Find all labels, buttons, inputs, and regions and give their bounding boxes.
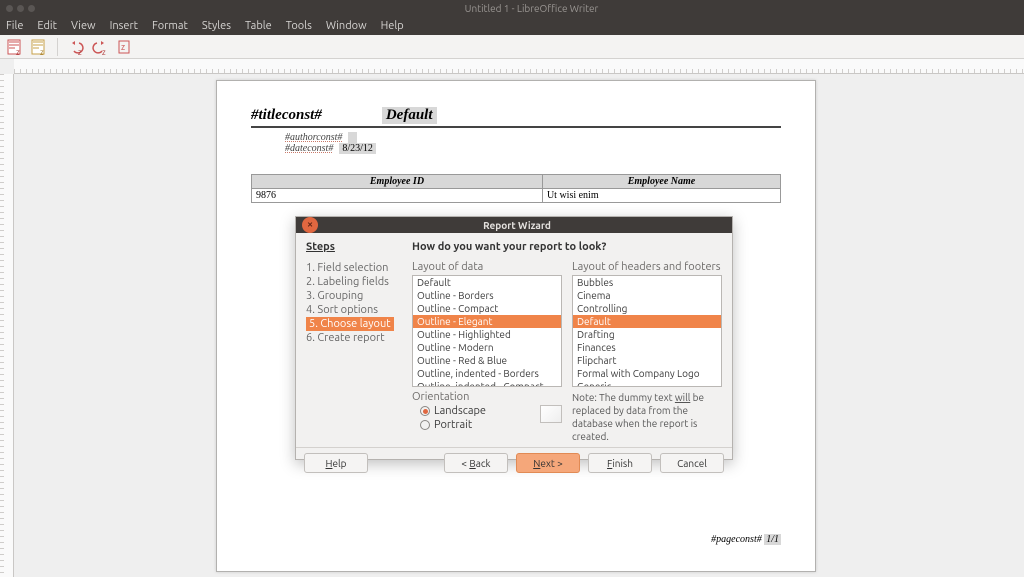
list-item[interactable]: Outline - Borders <box>413 289 561 302</box>
list-item[interactable]: Bubbles <box>573 276 721 289</box>
toolbar-icon-redo[interactable]: z <box>90 37 110 57</box>
date-value: 8/23/12 <box>339 143 376 154</box>
radio-portrait[interactable]: Portrait <box>420 419 534 431</box>
list-item[interactable]: Outline - Red & Blue <box>413 354 561 367</box>
list-item[interactable]: Outline - Elegant <box>413 315 561 328</box>
next-button[interactable]: Next > <box>516 453 580 473</box>
window-titlebar: Untitled 1 - LibreOffice Writer <box>0 0 1024 17</box>
date-placeholder: #dateconst# <box>285 143 333 154</box>
radio-dot-icon <box>420 406 430 416</box>
toolbar-icon-1[interactable]: z <box>5 37 25 57</box>
cancel-button[interactable]: Cancel <box>660 453 724 473</box>
list-item[interactable]: Finances <box>573 341 721 354</box>
wizard-heading: How do you want your report to look? <box>412 241 722 253</box>
svg-text:z: z <box>40 48 44 57</box>
wizard-footer: Help < Back Next > Finish Cancel <box>296 447 732 478</box>
back-button[interactable]: < Back <box>444 453 508 473</box>
window-title: Untitled 1 - LibreOffice Writer <box>45 3 1018 14</box>
list-item[interactable]: Generic <box>573 380 721 387</box>
author-value <box>348 132 357 143</box>
radio-dot-icon <box>420 420 430 430</box>
toolbar-separator <box>57 38 58 56</box>
orientation-preview-icon <box>540 405 562 423</box>
steps-heading: Steps <box>306 241 398 253</box>
layout-data-listbox[interactable]: DefaultOutline - BordersOutline - Compac… <box>412 275 562 387</box>
svg-text:z: z <box>121 42 125 52</box>
wizard-close-button[interactable] <box>302 217 318 233</box>
list-item[interactable]: Outline, indented - Borders <box>413 367 561 380</box>
window-maximize-icon[interactable] <box>28 5 35 12</box>
author-placeholder: #authorconst# <box>285 132 342 143</box>
portrait-label: Portrait <box>434 419 472 431</box>
toolbar-icon-undo[interactable]: z <box>66 37 86 57</box>
list-item[interactable]: Outline - Modern <box>413 341 561 354</box>
toolbar-icon-5[interactable]: z <box>114 37 134 57</box>
svg-text:z: z <box>78 48 82 57</box>
menu-styles[interactable]: Styles <box>202 20 231 32</box>
list-item[interactable]: Cinema <box>573 289 721 302</box>
wizard-step-3[interactable]: 3. Grouping <box>306 289 398 303</box>
menu-format[interactable]: Format <box>152 20 188 32</box>
wizard-step-4[interactable]: 4. Sort options <box>306 303 398 317</box>
wizard-step-6[interactable]: 6. Create report <box>306 331 398 345</box>
menubar: File Edit View Insert Format Styles Tabl… <box>0 17 1024 35</box>
report-data-table: Employee ID Employee Name 9876 Ut wisi e… <box>251 174 781 203</box>
menu-help[interactable]: Help <box>381 20 404 32</box>
wizard-steps-pane: Steps 1. Field selection2. Labeling fiel… <box>296 233 408 447</box>
cell-employee-id: 9876 <box>252 189 543 203</box>
help-button[interactable]: Help <box>304 453 368 473</box>
toolbar: z z z z z <box>0 35 1024 59</box>
list-item[interactable]: Default <box>573 315 721 328</box>
list-item[interactable]: Outline - Highlighted <box>413 328 561 341</box>
wizard-step-2[interactable]: 2. Labeling fields <box>306 275 398 289</box>
layout-hf-label: Layout of headers and footers <box>572 261 722 273</box>
list-item[interactable]: Outline - Compact <box>413 302 561 315</box>
list-item[interactable]: Drafting <box>573 328 721 341</box>
wizard-titlebar[interactable]: Report Wizard <box>296 217 732 233</box>
window-minimize-icon[interactable] <box>17 5 24 12</box>
title-placeholder: #titleconst# <box>251 107 322 124</box>
menu-edit[interactable]: Edit <box>37 20 57 32</box>
report-meta: #authorconst# #dateconst# 8/23/12 <box>285 132 781 154</box>
list-item[interactable]: Default <box>413 276 561 289</box>
col-header-employee-id: Employee ID <box>252 175 543 189</box>
wizard-note: Note: The dummy text will be replaced by… <box>572 391 722 443</box>
report-title-line: #titleconst# Default <box>251 107 781 128</box>
menu-insert[interactable]: Insert <box>110 20 138 32</box>
page-footer: #pageconst# 1/1 <box>711 534 781 545</box>
layout-data-label: Layout of data <box>412 261 562 273</box>
page-number: 1/1 <box>764 534 781 545</box>
wizard-step-5[interactable]: 5. Choose layout <box>306 317 394 331</box>
toolbar-icon-2[interactable]: z <box>29 37 49 57</box>
menu-file[interactable]: File <box>6 20 23 32</box>
list-item[interactable]: Formal with Company Logo <box>573 367 721 380</box>
wizard-step-1[interactable]: 1. Field selection <box>306 261 398 275</box>
menu-table[interactable]: Table <box>245 20 272 32</box>
wizard-layout-panel: How do you want your report to look? Lay… <box>408 233 732 447</box>
svg-text:z: z <box>16 48 20 57</box>
vertical-ruler[interactable] <box>0 74 14 577</box>
menu-window[interactable]: Window <box>326 20 367 32</box>
finish-button[interactable]: Finish <box>588 453 652 473</box>
window-close-icon[interactable] <box>6 5 13 12</box>
title-default: Default <box>382 107 437 124</box>
window-controls[interactable] <box>6 5 35 12</box>
wizard-title: Report Wizard <box>324 220 710 231</box>
radio-landscape[interactable]: Landscape <box>420 405 534 417</box>
list-item[interactable]: Flipchart <box>573 354 721 367</box>
landscape-label: Landscape <box>434 405 486 417</box>
list-item[interactable]: Controlling <box>573 302 721 315</box>
layout-hf-listbox[interactable]: BubblesCinemaControllingDefaultDraftingF… <box>572 275 722 387</box>
page-placeholder: #pageconst# <box>711 534 762 545</box>
menu-tools[interactable]: Tools <box>286 20 312 32</box>
svg-text:z: z <box>102 48 106 57</box>
col-header-employee-name: Employee Name <box>542 175 780 189</box>
table-row: 9876 Ut wisi enim <box>252 189 781 203</box>
report-wizard-dialog: Report Wizard Steps 1. Field selection2.… <box>295 216 733 460</box>
horizontal-ruler[interactable] <box>14 59 1024 74</box>
orientation-label: Orientation <box>412 391 562 403</box>
menu-view[interactable]: View <box>71 20 96 32</box>
cell-employee-name: Ut wisi enim <box>542 189 780 203</box>
list-item[interactable]: Outline, indented - Compact <box>413 380 561 387</box>
